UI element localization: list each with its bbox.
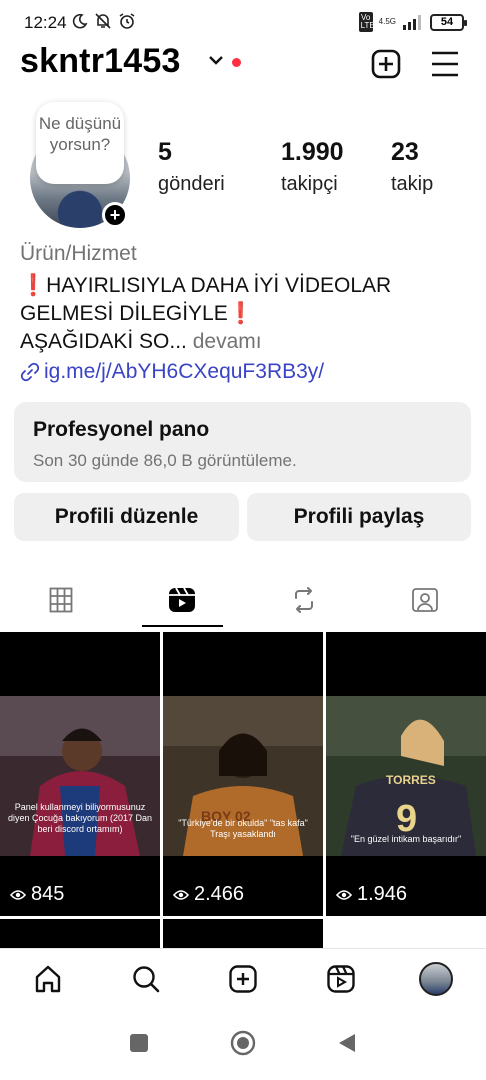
bio-line: GELMESİ DİLEGİYLE❗ — [20, 302, 254, 325]
profile-avatar-icon — [419, 962, 453, 996]
reposts-icon — [294, 587, 313, 613]
link-icon — [20, 362, 40, 382]
back-icon[interactable] — [336, 1032, 358, 1054]
stat-following[interactable]: 23 takip — [391, 138, 433, 196]
status-time: 12:24 — [24, 13, 67, 32]
reel-caption: "En güzel intikam başarıdır" — [350, 834, 462, 844]
create-icon — [229, 965, 257, 993]
username[interactable]: skntr1453 — [20, 42, 181, 81]
create-icon[interactable] — [370, 48, 402, 80]
battery-icon: 54 — [430, 13, 467, 31]
eye-icon — [336, 889, 352, 900]
note-bubble[interactable]: Ne düşünü yorsun? — [36, 102, 124, 184]
signal-icon — [403, 15, 421, 30]
tab-tagged[interactable] — [364, 572, 485, 628]
reels-icon — [327, 965, 355, 993]
stat-label: takip — [391, 173, 434, 195]
views-count: 1.946 — [357, 883, 408, 905]
stat-value: 5 — [158, 138, 172, 166]
volte-icon: Vo LTE — [358, 12, 375, 32]
dashboard-subtitle: Son 30 günde 86,0 B görüntüleme. — [33, 451, 297, 470]
profile-header: skntr1453 — [0, 40, 486, 88]
share-profile-button[interactable]: Profili paylaş — [247, 493, 471, 541]
nav-reels[interactable] — [323, 961, 359, 997]
notification-dot — [232, 58, 241, 67]
profile-link[interactable]: ig.me/j/AbYH6CXequF3RB3y/ — [20, 360, 324, 384]
reel-tile[interactable] — [0, 919, 160, 949]
stat-followers[interactable]: 1.990 takipçi — [281, 138, 344, 196]
reel-views: 845 — [10, 883, 64, 906]
svg-text:TORRES: TORRES — [386, 773, 436, 787]
recents-icon[interactable] — [128, 1032, 150, 1054]
tab-reels[interactable] — [121, 572, 242, 628]
search-icon — [133, 966, 160, 993]
edit-profile-button[interactable]: Profili düzenle — [14, 493, 239, 541]
tagged-icon — [411, 588, 438, 612]
stat-label: takipçi — [281, 173, 338, 195]
link-text[interactable]: ig.me/j/AbYH6CXequF3RB3y/ — [44, 360, 324, 384]
reels-icon — [168, 587, 195, 612]
profile-tabs — [0, 572, 486, 628]
stat-value: 1.990 — [281, 138, 344, 166]
professional-dashboard[interactable]: Profesyonel pano Son 30 günde 86,0 B gör… — [14, 402, 471, 482]
menu-icon[interactable] — [430, 50, 460, 78]
tab-reposts[interactable] — [243, 572, 364, 628]
grid-icon — [49, 587, 72, 613]
moon-icon — [72, 13, 88, 29]
dashboard-title: Profesyonel pano — [33, 418, 210, 441]
alarm-icon — [119, 13, 135, 29]
nav-search[interactable] — [128, 961, 164, 997]
stat-posts[interactable]: 5 gönderi — [158, 138, 225, 196]
muted-bell-icon — [95, 13, 111, 29]
reel-tile[interactable]: TORRES 9 "En güzel intikam başarıdır" 1.… — [326, 632, 486, 916]
bottom-navigation — [0, 948, 486, 1010]
add-story-icon[interactable]: + — [102, 202, 128, 228]
reel-thumbnail: TORRES 9 — [326, 696, 486, 856]
nav-profile[interactable] — [418, 961, 454, 997]
bio-line: ❗HAYIRLISIYLA DAHA İYİ VİDEOLAR — [20, 274, 392, 297]
home-icon — [35, 965, 61, 993]
stat-value: 23 — [391, 138, 419, 166]
bio-more-link[interactable]: devamı — [193, 330, 262, 353]
chevron-down-icon[interactable] — [208, 54, 224, 66]
nav-home[interactable] — [30, 961, 66, 997]
tab-posts[interactable] — [0, 572, 121, 628]
profile-category: Ürün/Hizmet — [20, 242, 137, 265]
reel-caption: "Türkiye'de bir okulda" "tas kafa" Traşı… — [178, 818, 308, 839]
battery-level: 54 — [440, 16, 454, 28]
network-type: 4.5G — [378, 17, 396, 26]
bio-line: AŞAĞIDAKİ SO... — [20, 330, 187, 353]
profile-bio: ❗HAYIRLISIYLA DAHA İYİ VİDEOLAR GELMESİ … — [20, 272, 470, 356]
stat-label: gönderi — [158, 173, 225, 195]
reel-views: 1.946 — [336, 883, 407, 906]
views-count: 845 — [31, 883, 65, 905]
reel-tile[interactable]: Panel kullanmeyi biliyormusunuz diyen Ço… — [0, 632, 160, 916]
system-navigation — [0, 1012, 486, 1080]
reel-tile[interactable]: BOY 02 "Türkiye'de bir okulda" "tas kafa… — [163, 632, 323, 916]
eye-icon — [173, 889, 189, 900]
reel-views: 2.466 — [173, 883, 244, 906]
eye-icon — [10, 889, 26, 900]
reel-caption: Panel kullanmeyi biliyormusunuz diyen Ço… — [7, 802, 153, 834]
nav-create[interactable] — [225, 961, 261, 997]
home-button-icon[interactable] — [230, 1030, 256, 1056]
reel-tile[interactable] — [163, 919, 323, 949]
active-tab-indicator — [142, 625, 223, 627]
views-count: 2.466 — [194, 883, 245, 905]
